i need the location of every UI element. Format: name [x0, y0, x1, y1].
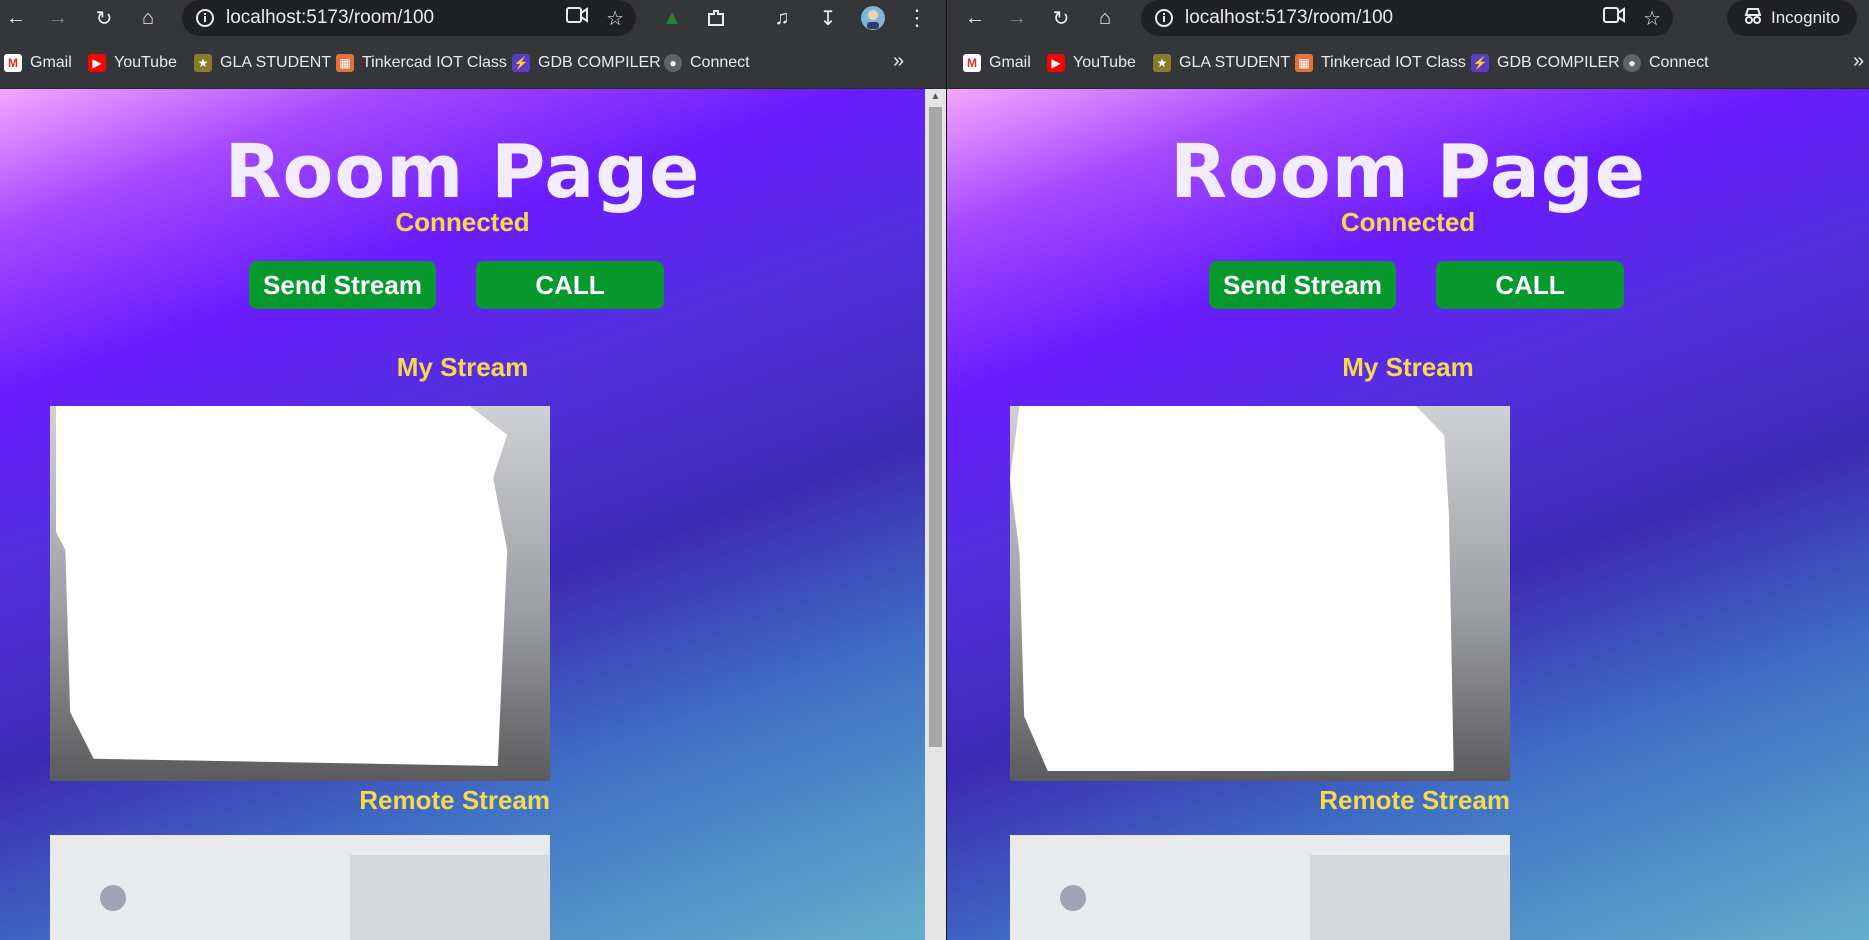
call-button[interactable]: CALL [1436, 261, 1624, 309]
bookmarks-overflow-icon[interactable]: » [1853, 50, 1864, 73]
scrollbar[interactable]: ▲ [925, 89, 946, 940]
back-icon[interactable]: ← [0, 2, 32, 34]
browser-toolbar: ← → ↻ ⌂ localhost:5173/room/100 ☆ Incogn… [947, 0, 1869, 36]
gla-icon: ★ [194, 54, 212, 72]
site-info-icon[interactable] [194, 7, 216, 29]
browser-toolbar: ← → ↻ ⌂ localhost:5173/room/100 ☆ ▲ ♫ ↧ … [0, 0, 946, 36]
forward-icon[interactable]: → [1001, 2, 1033, 34]
incognito-label: Incognito [1771, 8, 1840, 27]
my-stream-video [50, 406, 550, 781]
address-bar[interactable]: localhost:5173/room/100 ☆ [182, 0, 636, 36]
extension-icon[interactable]: ▲ [656, 2, 688, 34]
bookmark-tinkercad[interactable]: ▦ Tinkercad IOT Class [336, 50, 507, 76]
url-text: localhost:5173/room/100 [1185, 7, 1394, 28]
my-stream-label: My Stream [396, 352, 529, 382]
bookmark-label: GDB COMPILER [538, 54, 661, 71]
youtube-icon: ▶ [88, 54, 106, 72]
room-page: Room Page Connected Send Stream CALL My … [0, 89, 925, 940]
avatar[interactable] [857, 2, 889, 34]
bookmark-gdb-compiler[interactable]: ⚡ GDB COMPILER [512, 50, 661, 76]
gla-icon: ★ [1153, 54, 1171, 72]
bookmark-label: Tinkercad IOT Class [1321, 54, 1466, 71]
camera-icon[interactable] [1603, 6, 1626, 30]
bookmark-label: YouTube [114, 54, 177, 71]
page-title: Room Page [1170, 129, 1646, 215]
browser-window-right: ← → ↻ ⌂ localhost:5173/room/100 ☆ Incogn… [947, 0, 1869, 940]
globe-icon: ● [1623, 54, 1641, 72]
bookmark-connect[interactable]: ● Connect [664, 50, 750, 76]
my-stream-label: My Stream [1342, 352, 1474, 382]
bookmark-label: Tinkercad IOT Class [362, 54, 507, 71]
forward-icon[interactable]: → [42, 2, 74, 34]
send-stream-button[interactable]: Send Stream [1209, 261, 1396, 309]
remote-stream-video [1010, 835, 1510, 940]
bookmark-connect[interactable]: ● Connect [1623, 50, 1709, 76]
address-bar[interactable]: localhost:5173/room/100 ☆ [1141, 0, 1673, 36]
remote-stream-label: Remote Stream [359, 785, 550, 815]
camera-icon[interactable] [566, 6, 589, 30]
menu-icon[interactable]: ⋮ [901, 2, 933, 34]
globe-icon: ● [664, 54, 682, 72]
scrollbar-thumb[interactable] [929, 107, 942, 747]
my-stream-video [1010, 406, 1510, 781]
site-info-icon[interactable] [1153, 7, 1175, 29]
gmail-icon: M [4, 54, 22, 72]
bookmark-gla-student[interactable]: ★ GLA STUDENT [194, 50, 331, 76]
remote-stream-video [50, 835, 550, 940]
bookmark-label: YouTube [1073, 54, 1136, 71]
reload-icon[interactable]: ↻ [88, 2, 120, 34]
bookmark-label: Gmail [989, 54, 1031, 71]
room-page: Room Page Connected Send Stream CALL My … [947, 89, 1869, 940]
call-button[interactable]: CALL [476, 261, 664, 309]
reload-icon[interactable]: ↻ [1045, 2, 1077, 34]
bookmark-gla-student[interactable]: ★ GLA STUDENT [1153, 50, 1290, 76]
connection-status: Connected [395, 207, 530, 237]
download-icon[interactable]: ↧ [812, 2, 844, 34]
remote-stream-label: Remote Stream [1319, 785, 1510, 815]
incognito-icon [1743, 7, 1763, 29]
bookmark-label: GLA STUDENT [220, 54, 332, 71]
home-icon[interactable]: ⌂ [1089, 2, 1121, 34]
bookmark-label: GDB COMPILER [1497, 54, 1620, 71]
bookmark-gdb-compiler[interactable]: ⚡ GDB COMPILER [1471, 50, 1620, 76]
gdb-icon: ⚡ [512, 54, 530, 72]
connection-status: Connected [1340, 207, 1476, 237]
puzzle-icon[interactable] [700, 2, 732, 34]
url-text: localhost:5173/room/100 [226, 7, 435, 28]
incognito-chip[interactable]: Incognito [1727, 0, 1857, 36]
bookmark-tinkercad[interactable]: ▦ Tinkercad IOT Class [1295, 50, 1466, 76]
bookmark-gmail[interactable]: M Gmail [4, 50, 72, 76]
bookmark-label: Connect [1649, 54, 1709, 71]
gmail-icon: M [963, 54, 981, 72]
bookmark-label: Connect [690, 54, 750, 71]
page-title: Room Page [224, 129, 701, 215]
tinkercad-icon: ▦ [336, 54, 354, 72]
media-icon[interactable]: ♫ [766, 2, 798, 34]
bookmark-youtube[interactable]: ▶ YouTube [88, 50, 177, 76]
star-icon[interactable]: ☆ [606, 6, 624, 31]
home-icon[interactable]: ⌂ [132, 2, 164, 34]
send-stream-button[interactable]: Send Stream [249, 261, 436, 309]
gdb-icon: ⚡ [1471, 54, 1489, 72]
bookmark-label: Gmail [30, 54, 72, 71]
bookmark-label: GLA STUDENT [1179, 54, 1291, 71]
bookmarks-overflow-icon[interactable]: » [893, 50, 904, 73]
scroll-up-icon[interactable]: ▲ [925, 91, 946, 102]
tinkercad-icon: ▦ [1295, 54, 1313, 72]
youtube-icon: ▶ [1047, 54, 1065, 72]
back-icon[interactable]: ← [959, 2, 991, 34]
bookmark-youtube[interactable]: ▶ YouTube [1047, 50, 1136, 76]
bookmark-gmail[interactable]: M Gmail [963, 50, 1031, 76]
browser-window-left: ← → ↻ ⌂ localhost:5173/room/100 ☆ ▲ ♫ ↧ … [0, 0, 946, 940]
star-icon[interactable]: ☆ [1643, 6, 1661, 31]
